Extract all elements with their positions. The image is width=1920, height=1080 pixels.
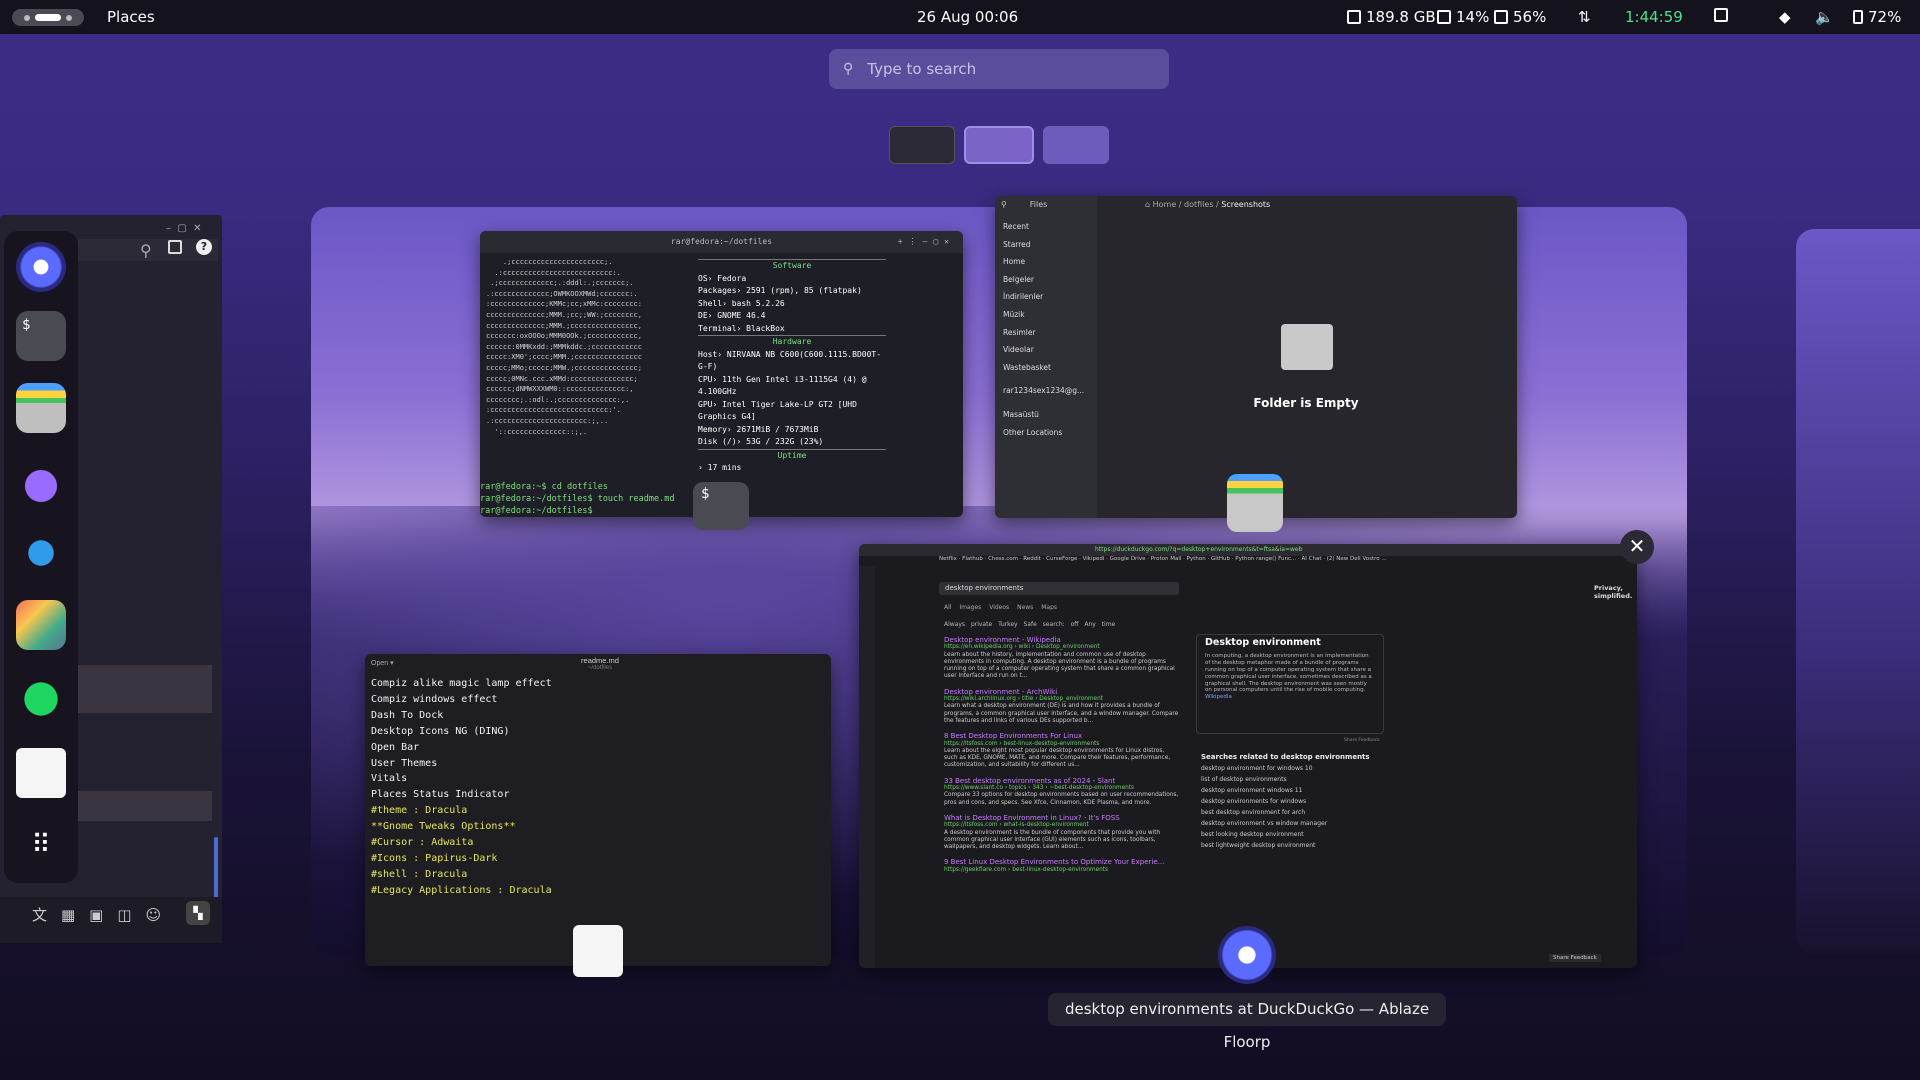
- sidebar-item-wastebasket[interactable]: Wastebasket: [1003, 359, 1084, 377]
- search-results[interactable]: Desktop environment - Wikipedia https://e…: [944, 636, 1179, 874]
- browser-window[interactable]: https://duckduckgo.com/?q=desktop+enviro…: [859, 544, 1637, 968]
- ddg-search-input[interactable]: desktop environments: [939, 582, 1179, 595]
- files-breadcrumb[interactable]: ⌂ Home / dotfiles / Screenshots: [1145, 200, 1270, 209]
- sidebar-item-documents[interactable]: Belgeler: [1003, 271, 1084, 289]
- workspace-thumbnail-1[interactable]: [889, 126, 955, 164]
- privacy-slogan: Privacy, simplified.: [1594, 584, 1633, 600]
- floorp-app-icon: [1218, 926, 1276, 984]
- sidebar-item-pictures[interactable]: Resimler: [1003, 324, 1084, 342]
- window-controls[interactable]: – ▢ ✕: [166, 223, 202, 234]
- search-result[interactable]: Desktop environment - ArchWiki https://wi…: [944, 688, 1179, 725]
- uptime-indicator[interactable]: 1:44:59: [1625, 8, 1683, 26]
- disk-icon: [1347, 10, 1361, 24]
- terminal-titlebar[interactable]: rar@fedora:~/dotfiles +⋮–▢✕: [480, 231, 963, 253]
- share-feedback-button[interactable]: Share Feedback: [1549, 954, 1601, 962]
- places-menu[interactable]: Places: [107, 8, 155, 26]
- editor-title: readme.md ~/dotfiles: [581, 656, 619, 671]
- search-result[interactable]: 9 Best Linux Desktop Environments to Opt…: [944, 859, 1179, 874]
- search-filters[interactable]: Always private Turkey Safe search: off A…: [944, 621, 1115, 628]
- help-icon[interactable]: ?: [196, 239, 212, 255]
- address-bar[interactable]: https://duckduckgo.com/?q=desktop+enviro…: [859, 544, 1637, 556]
- battery-icon: [1853, 10, 1863, 24]
- bookmarks-bar[interactable]: Netflix · Flathub · Chess.com · Reddit ·…: [939, 556, 1637, 566]
- text-editor-app-icon: [573, 925, 623, 977]
- sidebar-item-account[interactable]: rar1234sex1234@g...: [1003, 382, 1084, 400]
- files-window[interactable]: ⚲ Files ⌂ Home / dotfiles / Screenshots …: [995, 196, 1517, 518]
- window-caption: desktop environments at DuckDuckGo — Abl…: [1048, 993, 1446, 1051]
- sidebar-item-other-locations[interactable]: Other Locations: [1003, 424, 1084, 442]
- wifi-icon[interactable]: ◆: [1779, 8, 1791, 26]
- browser-sidebar[interactable]: [859, 566, 875, 968]
- vencord-icon[interactable]: [16, 600, 66, 650]
- cpu-icon: [1494, 10, 1508, 24]
- terminal-window[interactable]: rar@fedora:~/dotfiles +⋮–▢✕ .;ccccccccccc…: [480, 231, 963, 517]
- sidebar-item-videos[interactable]: Videolar: [1003, 341, 1084, 359]
- dock: $ ⠿: [4, 231, 78, 883]
- search-icon: ⚲: [843, 61, 854, 77]
- next-workspace-preview[interactable]: [1796, 229, 1920, 954]
- search-result[interactable]: 33 Best desktop environments as of 2024 …: [944, 777, 1179, 807]
- workspace-thumbnail-2[interactable]: [964, 126, 1034, 164]
- volume-icon[interactable]: 🔈: [1815, 8, 1834, 26]
- files-app-icon: [1227, 474, 1283, 532]
- inbox-icon[interactable]: [168, 240, 182, 254]
- search-icon[interactable]: ⚲: [140, 241, 152, 260]
- floorp-browser-icon[interactable]: [16, 242, 66, 292]
- disk-indicator[interactable]: 189.8 GB: [1347, 8, 1436, 26]
- clipboard-icon[interactable]: [1714, 8, 1728, 22]
- vscode-icon[interactable]: [16, 528, 66, 578]
- terminal-icon[interactable]: $: [16, 311, 66, 361]
- search-tabs[interactable]: All Images Videos News Maps: [944, 604, 1057, 611]
- terminal-app-icon: $: [693, 482, 749, 530]
- sidebar-item-desktop[interactable]: Masaüstü: [1003, 406, 1084, 424]
- close-window-button[interactable]: ✕: [1620, 530, 1654, 564]
- search-result[interactable]: What is Desktop Environment in Linux? - …: [944, 814, 1179, 851]
- files-sidebar-list[interactable]: Recent Starred Home Belgeler İndirilenle…: [1003, 218, 1084, 441]
- list-item[interactable]: [78, 791, 212, 821]
- empty-folder-label: Folder is Empty: [1253, 396, 1359, 410]
- footer-icons[interactable]: 文▦▣◫☺: [32, 904, 175, 925]
- search-result[interactable]: 8 Best Desktop Environments For Linux htt…: [944, 732, 1179, 769]
- app-grid-icon[interactable]: ⠿: [16, 820, 66, 870]
- files-icon[interactable]: [16, 383, 66, 433]
- knowledge-panel: Desktop environment In computing, a desk…: [1196, 634, 1384, 734]
- sidebar-item-downloads[interactable]: İndirilenler: [1003, 288, 1084, 306]
- network-speed-icon: ⇅: [1578, 8, 1591, 26]
- share-feedback-link[interactable]: Share Feedback: [1344, 738, 1380, 743]
- text-editor-window[interactable]: Open ▾ readme.md ~/dotfiles Compiz alike …: [365, 654, 831, 966]
- fedora-ascii-logo: .;cccccccccccccccccccccc;. .:ccccccccccc…: [486, 258, 642, 436]
- sidebar-item-starred[interactable]: Starred: [1003, 236, 1084, 254]
- search-result[interactable]: Desktop environment - Wikipedia https://e…: [944, 636, 1179, 681]
- sidebar-item-music[interactable]: Müzik: [1003, 306, 1084, 324]
- memory-indicator[interactable]: 14%: [1437, 8, 1489, 26]
- spotify-icon[interactable]: [16, 674, 66, 724]
- battery-indicator[interactable]: 72%: [1853, 8, 1901, 26]
- editor-text[interactable]: Compiz alike magic lamp effect Compiz win…: [371, 676, 552, 899]
- activities-button[interactable]: [12, 9, 84, 26]
- search-placeholder: Type to search: [867, 60, 977, 78]
- sidebar-item-recent[interactable]: Recent: [1003, 218, 1084, 236]
- obsidian-icon[interactable]: [16, 456, 66, 506]
- text-editor-icon[interactable]: [16, 748, 66, 798]
- clock[interactable]: 26 Aug 00:06: [917, 8, 1018, 26]
- empty-folder-icon: [1281, 324, 1333, 370]
- sidebar-item-home[interactable]: Home: [1003, 253, 1084, 271]
- top-bar: Places 26 Aug 00:06 189.8 GB 14% 56% ⇅ 1…: [0, 0, 1920, 34]
- fastfetch-info: Software OS› Fedora Packages› 2591 (rpm),…: [698, 259, 886, 475]
- list-item[interactable]: [78, 665, 212, 713]
- open-button[interactable]: Open ▾: [371, 659, 394, 667]
- apps-icon[interactable]: ▚: [186, 901, 210, 925]
- related-searches[interactable]: Searches related to desktop environments…: [1201, 752, 1391, 851]
- files-header: ⚲ Files: [1001, 200, 1048, 209]
- search-entry[interactable]: ⚲ Type to search: [829, 49, 1169, 89]
- workspace-thumbnail-3[interactable]: [1043, 126, 1109, 164]
- memory-icon: [1437, 10, 1451, 24]
- cpu-indicator[interactable]: 56%: [1494, 8, 1546, 26]
